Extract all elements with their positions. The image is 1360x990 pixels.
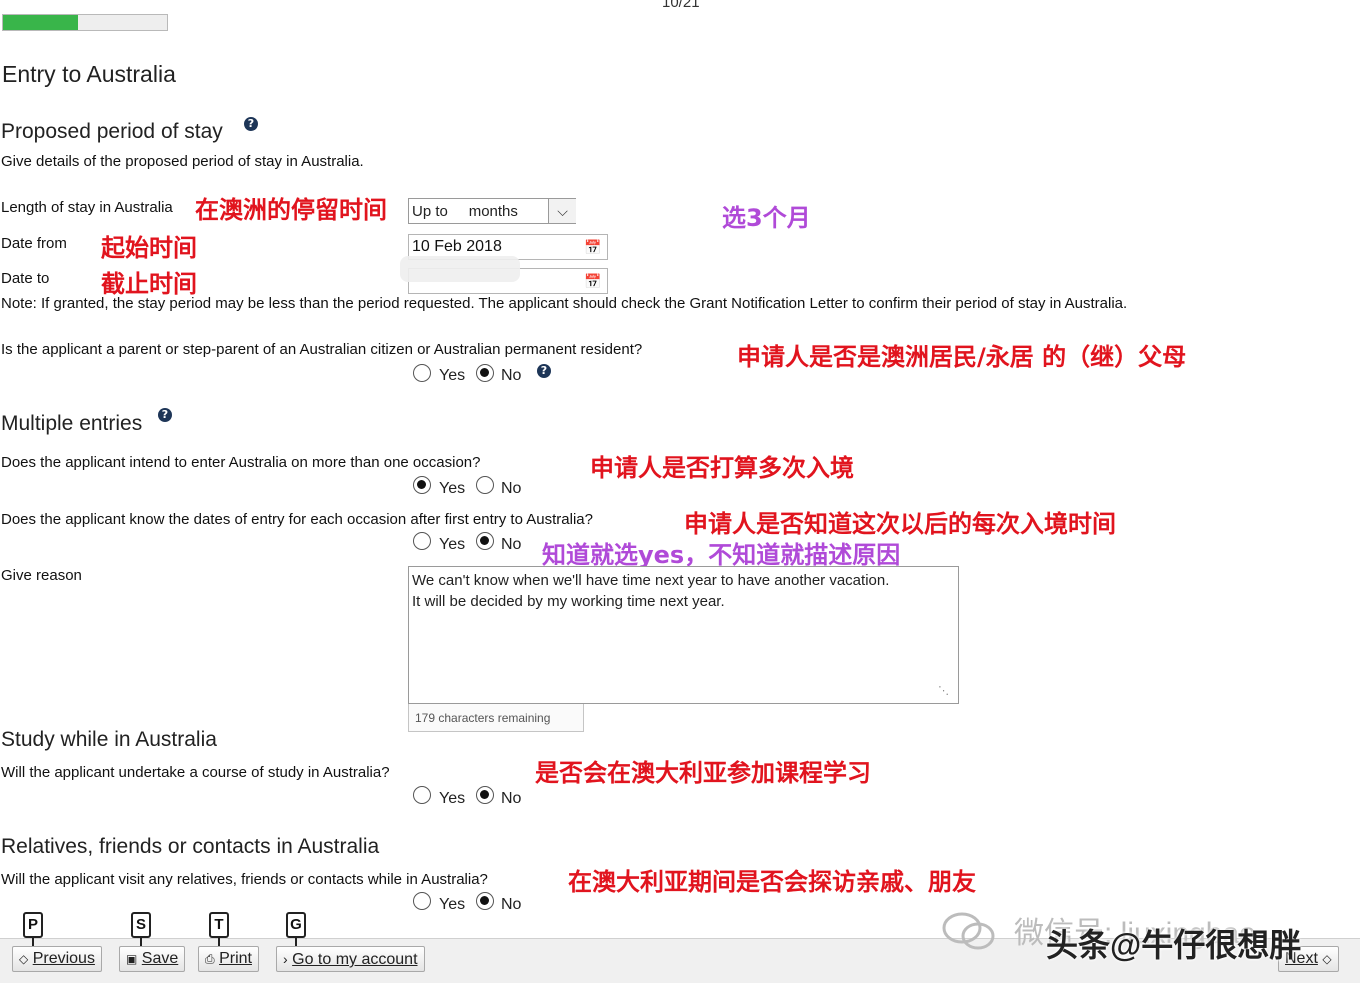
calendar-icon[interactable]: 📅 — [582, 271, 604, 291]
calendar-icon[interactable]: 📅 — [582, 237, 604, 257]
reason-line-1: We can't know when we'll have time next … — [412, 572, 890, 589]
annotation-know: 申请人是否知道这次以后的每次入境时间 — [684, 510, 1116, 538]
go-to-account-label: Go to my account — [292, 951, 418, 968]
intend-no-radio[interactable] — [476, 476, 494, 494]
radio-label-yes: Yes — [439, 536, 466, 553]
radio-label-yes: Yes — [439, 367, 466, 384]
annotation-know-hint: 知道就选yes，不知道就描述原因 — [542, 541, 901, 569]
stay-note: Note: If granted, the stay period may be… — [1, 295, 1128, 312]
relatives-question: Will the applicant visit any relatives, … — [1, 871, 488, 888]
progress-bar — [2, 14, 168, 31]
resize-handle-icon[interactable]: ⋱ — [938, 684, 949, 697]
relatives-yes-radio[interactable] — [413, 892, 431, 910]
shortcut-key-s: S — [131, 912, 151, 938]
length-label: Length of stay in Australia — [1, 199, 173, 216]
parent-question: Is the applicant a parent or step-parent… — [1, 341, 643, 358]
multiple-heading: Multiple entries — [1, 412, 143, 435]
save-icon: ▣ — [126, 952, 138, 966]
study-no-radio[interactable] — [476, 786, 494, 804]
study-question: Will the applicant undertake a course of… — [1, 764, 390, 781]
page-title: Entry to Australia — [2, 61, 176, 87]
shortcut-key-t: T — [209, 912, 229, 938]
study-heading: Study while in Australia — [1, 728, 217, 751]
radio-label-yes: Yes — [439, 480, 466, 497]
know-no-radio[interactable] — [476, 532, 494, 550]
save-button-label: Save — [141, 950, 179, 967]
previous-button-label: Previous — [32, 950, 95, 967]
parent-yes-radio[interactable] — [413, 364, 431, 382]
help-icon[interactable]: ? — [537, 364, 551, 378]
reason-label: Give reason — [1, 567, 82, 584]
annotation-date-to: 截止时间 — [101, 270, 197, 298]
shortcut-key-g: G — [286, 912, 306, 938]
chevron-down-icon[interactable]: ⌵ — [548, 199, 576, 223]
radio-label-no: No — [501, 367, 522, 384]
save-button[interactable]: ▣ Save — [119, 946, 186, 972]
radio-label-no: No — [501, 536, 522, 553]
radio-label-yes: Yes — [439, 790, 466, 807]
relatives-no-radio[interactable] — [476, 892, 494, 910]
radio-label-no: No — [501, 480, 522, 497]
know-yes-radio[interactable] — [413, 532, 431, 550]
annotation-choose-3: 选3个月 — [722, 204, 811, 232]
annotation-study: 是否会在澳大利亚参加课程学习 — [535, 759, 871, 787]
parent-no-radio[interactable] — [476, 364, 494, 382]
intend-question: Does the applicant intend to enter Austr… — [1, 454, 481, 471]
annotation-length: 在澳洲的停留时间 — [195, 196, 387, 224]
toutiao-watermark: 头条@牛仔很想胖 — [1046, 927, 1302, 963]
radio-label-yes: Yes — [439, 896, 466, 913]
blurred-region — [400, 256, 520, 282]
reason-textarea[interactable]: We can't know when we'll have time next … — [408, 566, 959, 704]
print-button-label: Print — [219, 950, 252, 967]
relatives-heading: Relatives, friends or contacts in Austra… — [1, 835, 380, 858]
know-question: Does the applicant know the dates of ent… — [1, 511, 593, 528]
wechat-logo — [940, 908, 998, 952]
study-yes-radio[interactable] — [413, 786, 431, 804]
reason-line-2: It will be decided by my working time ne… — [412, 593, 725, 610]
annotation-date-from: 起始时间 — [101, 234, 197, 262]
progress-fill — [3, 15, 79, 30]
print-icon: ⎙ — [205, 952, 215, 966]
chevron-left-icon: ◇ — [19, 952, 29, 966]
date-from-value: 10 Feb 2018 — [412, 238, 502, 255]
chars-remaining: 179 characters remaining — [408, 704, 584, 732]
chevron-right-icon: › — [283, 951, 288, 967]
stay-heading: Proposed period of stay — [1, 120, 223, 143]
radio-label-no: No — [501, 790, 522, 807]
previous-button[interactable]: ◇ Previous — [12, 946, 102, 972]
intend-yes-radio[interactable] — [413, 476, 431, 494]
help-icon[interactable]: ? — [158, 408, 172, 422]
go-to-account-button[interactable]: › Go to my account — [276, 946, 425, 972]
annotation-relatives: 在澳大利亚期间是否会探访亲戚、朋友 — [568, 868, 976, 896]
chevron-right-icon: ◇ — [1322, 952, 1332, 966]
radio-label-no: No — [501, 896, 522, 913]
page-counter: 10/21 — [662, 0, 700, 11]
annotation-intend: 申请人是否打算多次入境 — [590, 454, 854, 482]
date-from-label: Date from — [1, 235, 67, 252]
date-to-label: Date to — [1, 270, 50, 287]
print-button[interactable]: ⎙ Print — [198, 946, 259, 972]
stay-description: Give details of the proposed period of s… — [1, 153, 364, 170]
help-icon[interactable]: ? — [244, 117, 258, 131]
length-select-value: Up to months — [412, 203, 518, 220]
shortcut-key-p: P — [23, 912, 43, 938]
annotation-parent: 申请人是否是澳洲居民/永居 的（继）父母 — [737, 343, 1187, 371]
